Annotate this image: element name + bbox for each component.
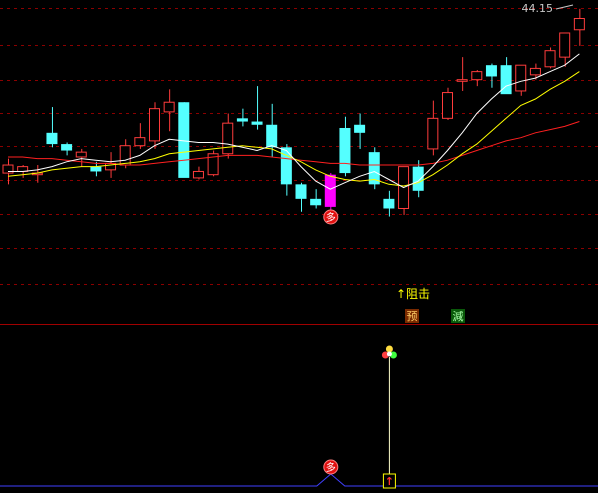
candle-body xyxy=(61,144,73,151)
candle-body xyxy=(149,108,160,142)
candle-body xyxy=(383,198,395,209)
candle-body xyxy=(471,71,483,81)
candle-body xyxy=(222,122,234,155)
candle-body xyxy=(266,124,278,148)
candle-body xyxy=(295,184,307,199)
candle-body xyxy=(192,170,204,179)
candle-body xyxy=(163,101,175,113)
reduce-label: 減 xyxy=(453,309,464,323)
resistance-label: ↑阻击 xyxy=(396,287,430,301)
candle-body xyxy=(75,151,87,158)
candle-25 xyxy=(368,147,380,190)
candle-22 xyxy=(324,173,336,212)
candle-body xyxy=(324,174,336,207)
stock-chart: 多 44.15 ↑阻击 预 減 多 ↑ xyxy=(0,0,598,493)
candle-body xyxy=(485,65,497,77)
candle-body xyxy=(529,67,541,76)
flower-center-icon xyxy=(386,351,392,357)
buy-signal-label: 多 xyxy=(326,211,336,224)
price-label: 44.15 xyxy=(522,2,554,15)
flower-yellow-icon xyxy=(385,345,393,353)
candle-27 xyxy=(398,166,410,215)
candle-body xyxy=(354,124,366,133)
candle-body xyxy=(442,92,453,119)
candle-37 xyxy=(544,47,556,69)
candle-body xyxy=(559,32,571,58)
candle-body xyxy=(236,118,248,122)
candle-14 xyxy=(207,150,219,177)
candle-body xyxy=(515,64,527,92)
candle-body xyxy=(456,79,468,82)
candle-30 xyxy=(442,87,453,120)
candle-body xyxy=(544,50,556,68)
candle-body xyxy=(46,132,58,145)
candle-body xyxy=(90,166,102,172)
candle-body xyxy=(134,137,146,147)
candle-body xyxy=(310,198,322,206)
candle-body xyxy=(251,121,263,125)
candle-body xyxy=(427,117,439,150)
signal-markers: 多 xyxy=(323,209,339,225)
indicator-buy-label: 多 xyxy=(326,461,336,474)
indicator-up-arrow-icon: ↑ xyxy=(385,475,394,488)
candle-body xyxy=(573,17,585,31)
candle-body xyxy=(119,145,131,166)
candle-body xyxy=(339,127,351,174)
pre-label: 预 xyxy=(407,310,418,323)
candle-body xyxy=(280,147,292,185)
candle-body xyxy=(412,166,424,191)
